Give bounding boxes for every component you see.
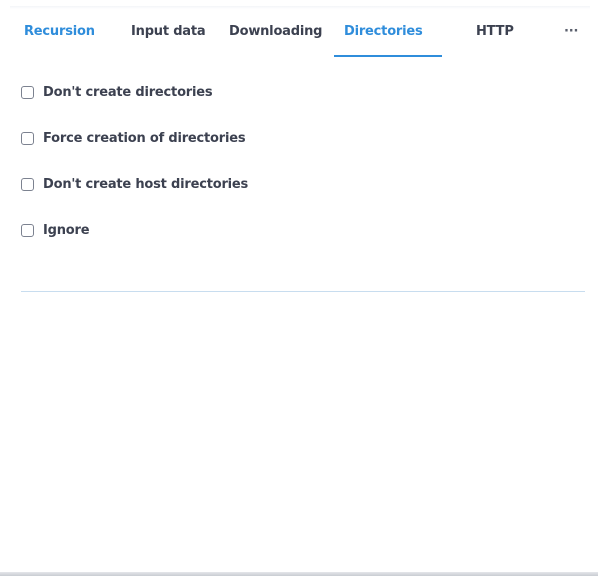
option-label: Ignore <box>43 222 90 238</box>
tab-downloading[interactable]: Downloading <box>229 22 322 42</box>
more-tabs-icon[interactable]: ··· <box>564 22 578 42</box>
checkbox[interactable] <box>21 131 34 145</box>
section-divider <box>21 291 585 292</box>
panel-bottom-edge <box>0 572 598 576</box>
panel-top-edge <box>10 6 590 9</box>
option-force-creation-of-directories[interactable]: Force creation of directories <box>21 128 246 148</box>
option-label: Force creation of directories <box>43 130 246 146</box>
tab-bar: Recursion Input data Downloading Directo… <box>18 18 590 57</box>
checkbox[interactable] <box>21 85 34 99</box>
active-tab-indicator <box>334 55 442 57</box>
option-dont-create-host-directories[interactable]: Don't create host directories <box>21 174 248 194</box>
tab-input-data[interactable]: Input data <box>131 22 206 42</box>
tab-directories[interactable]: Directories <box>344 22 423 42</box>
tab-recursion[interactable]: Recursion <box>24 22 95 42</box>
option-dont-create-directories[interactable]: Don't create directories <box>21 82 213 102</box>
checkbox[interactable] <box>21 177 34 191</box>
option-ignore[interactable]: Ignore <box>21 220 90 240</box>
option-label: Don't create directories <box>43 84 213 100</box>
checkbox[interactable] <box>21 223 34 237</box>
tab-http[interactable]: HTTP <box>476 22 514 42</box>
option-label: Don't create host directories <box>43 176 249 192</box>
